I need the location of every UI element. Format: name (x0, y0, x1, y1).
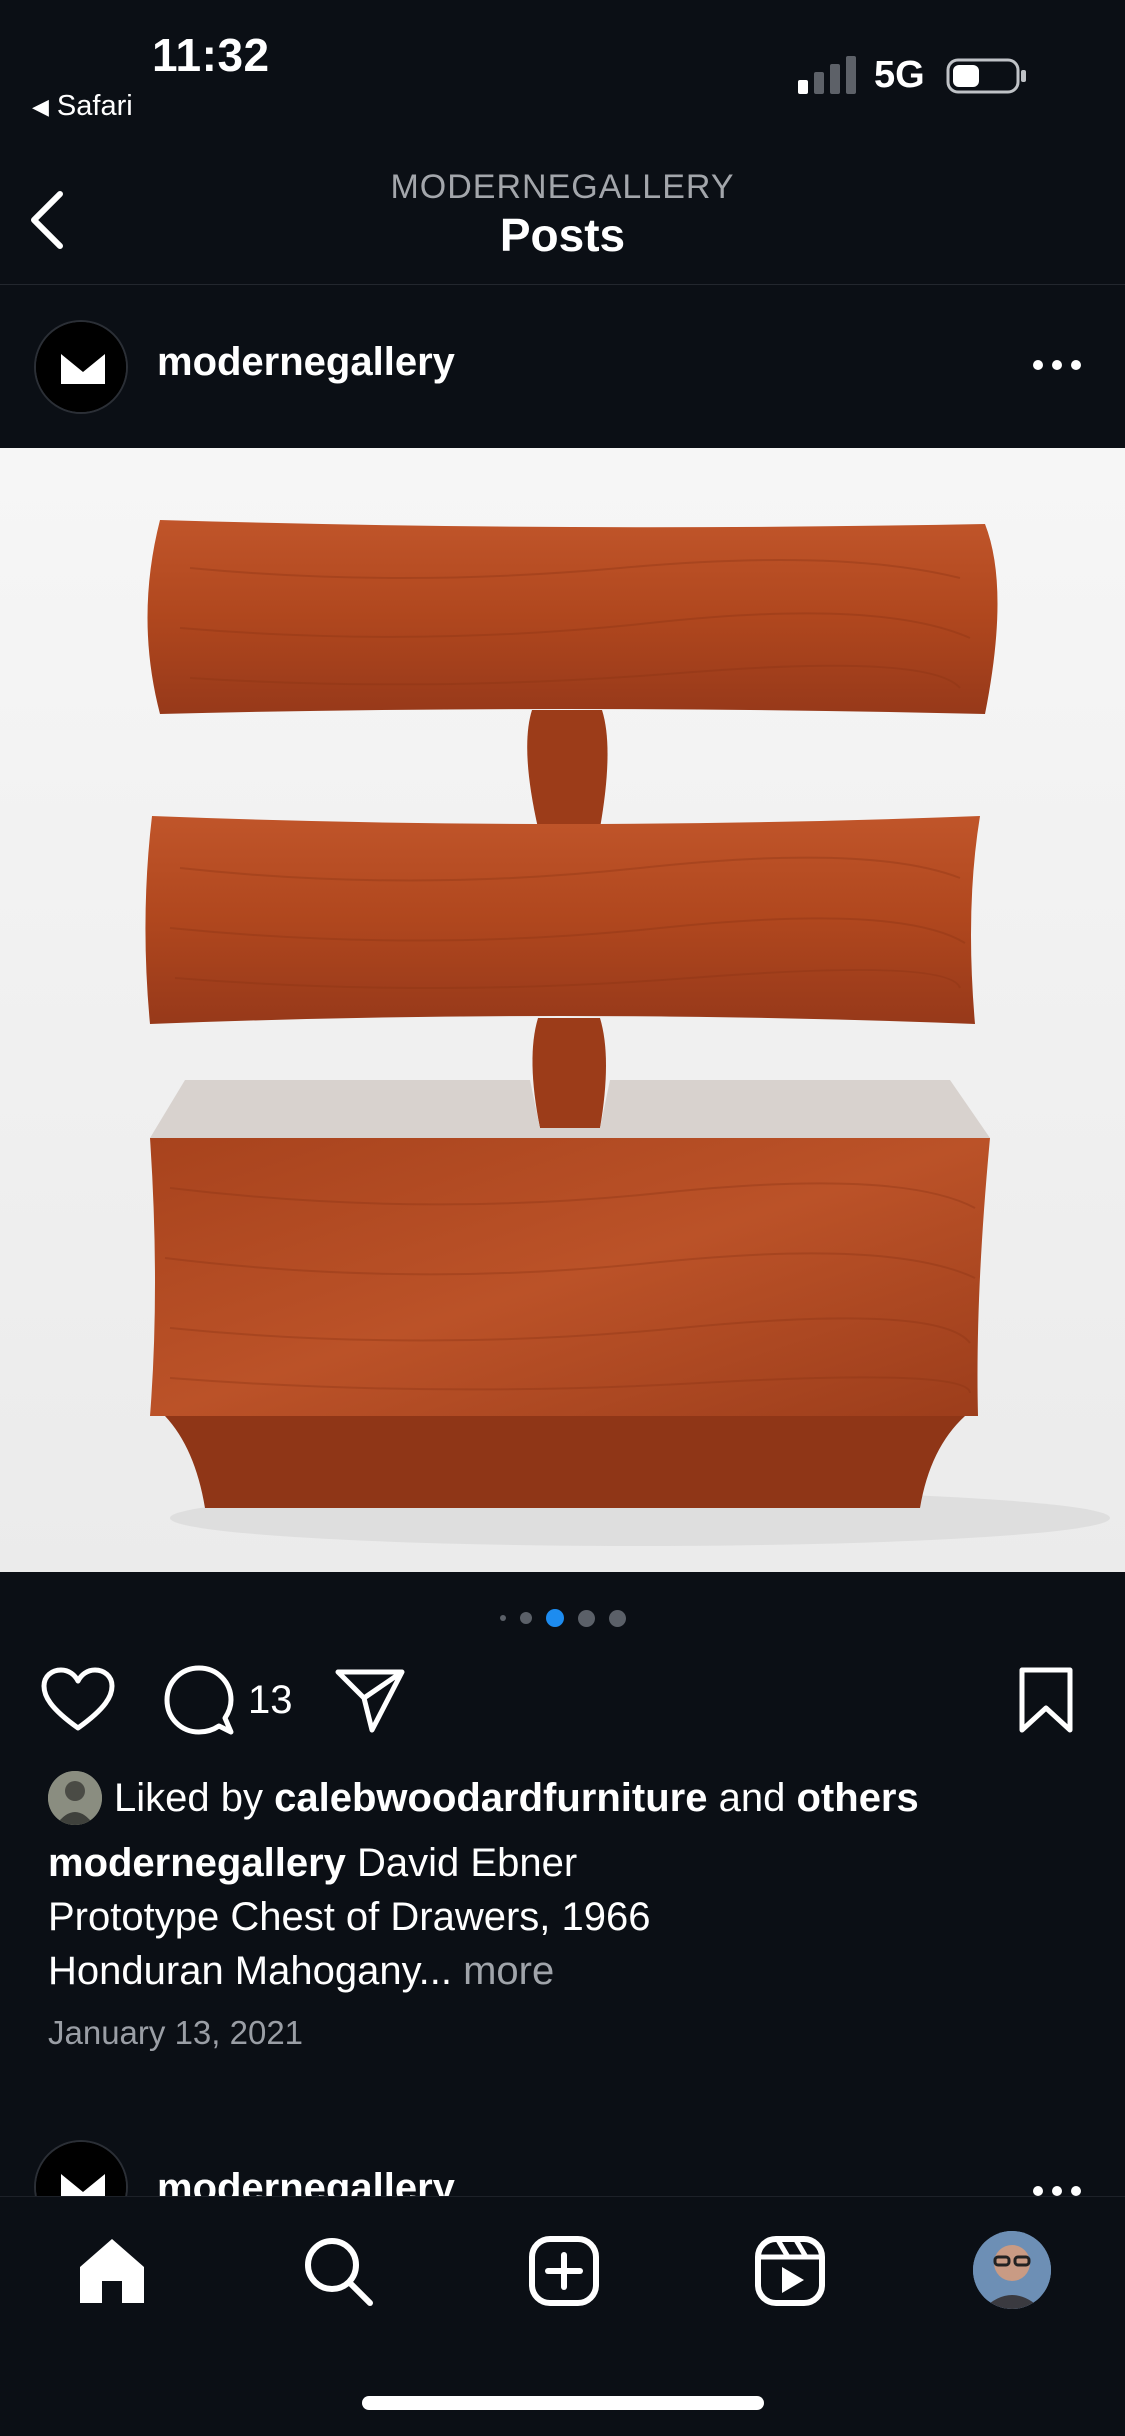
caption-username[interactable]: modernegallery (48, 1841, 346, 1885)
status-bar: 11:32 ◀ Safari 5G (0, 0, 1125, 140)
post-date: January 13, 2021 (48, 2014, 304, 2051)
heart-icon[interactable] (40, 1666, 116, 1732)
status-time: 11:32 (152, 29, 270, 81)
account-avatar[interactable] (34, 320, 128, 414)
battery-icon (946, 58, 1026, 94)
post-actions: 13 (0, 1660, 1125, 1740)
modernegallery-logo-icon (36, 322, 126, 412)
post-photo[interactable] (0, 448, 1125, 1572)
instagram-post-screen: 11:32 ◀ Safari 5G MODERNEGALLERY Posts m… (0, 0, 1125, 2436)
caption-line-3: Honduran Mahogany... more (48, 1944, 1088, 1998)
liker-avatar (48, 1771, 102, 1825)
comment-bubble-icon[interactable] (163, 1664, 235, 1736)
caption-text-1: David Ebner (357, 1841, 578, 1885)
next-post-header: modernegallery (0, 2140, 1125, 2196)
caption-line-1: modernegallery David Ebner (48, 1836, 1088, 1890)
liked-by-others[interactable]: others (797, 1776, 919, 1821)
caption-text-2: Prototype Chest of Drawers, 1966 (48, 1895, 651, 1939)
more-options-icon[interactable] (1030, 350, 1084, 380)
profile-photo-icon (973, 2231, 1051, 2309)
carousel-indicator (0, 1608, 1125, 1628)
modernegallery-logo-icon (36, 2142, 126, 2196)
page-title: Posts (499, 209, 626, 261)
caption-text-3: Honduran Mahogany... (48, 1949, 452, 1993)
home-icon[interactable] (74, 2233, 150, 2309)
nav-header: MODERNEGALLERY Posts (0, 140, 1125, 285)
post-header: modernegallery (0, 300, 1125, 435)
post-username[interactable]: modernegallery (157, 340, 455, 385)
network-type: 5G (874, 54, 925, 96)
search-icon[interactable] (300, 2233, 376, 2309)
next-post-avatar[interactable] (34, 2140, 128, 2196)
back-app-label: Safari (56, 90, 133, 122)
cellular-signal-icon (798, 56, 856, 94)
carousel-dot-active (545, 1609, 564, 1627)
liked-by-connector: and (718, 1775, 786, 1820)
back-triangle-icon: ◀ (32, 93, 49, 119)
account-handle-title: MODERNEGALLERY (390, 168, 735, 206)
home-indicator[interactable] (362, 2396, 764, 2410)
back-to-safari-link[interactable]: ◀ Safari (32, 90, 133, 123)
liker-photo-icon (48, 1771, 102, 1825)
liked-by-row[interactable]: Liked by calebwoodardfurniture and other… (48, 1770, 919, 1826)
chest-of-drawers-image (0, 448, 1125, 1572)
share-paper-plane-icon[interactable] (334, 1666, 406, 1734)
create-post-icon[interactable] (526, 2233, 602, 2309)
caption-more-link[interactable]: more (463, 1949, 554, 1993)
carousel-dot (499, 1615, 506, 1621)
post-caption: modernegallery David Ebner Prototype Che… (48, 1836, 1088, 1998)
reels-icon[interactable] (752, 2233, 828, 2309)
liked-by-prefix: Liked by (114, 1775, 263, 1820)
comment-count: 13 (248, 1678, 293, 1722)
next-post-username[interactable]: modernegallery (157, 2166, 455, 2196)
more-options-icon[interactable] (1030, 2176, 1084, 2196)
bookmark-icon[interactable] (1016, 1666, 1076, 1734)
carousel-dot (577, 1609, 595, 1627)
carousel-dot (608, 1609, 626, 1627)
liked-by-username[interactable]: calebwoodardfurniture (274, 1776, 707, 1821)
profile-avatar[interactable] (973, 2231, 1051, 2309)
carousel-dot (519, 1612, 532, 1624)
